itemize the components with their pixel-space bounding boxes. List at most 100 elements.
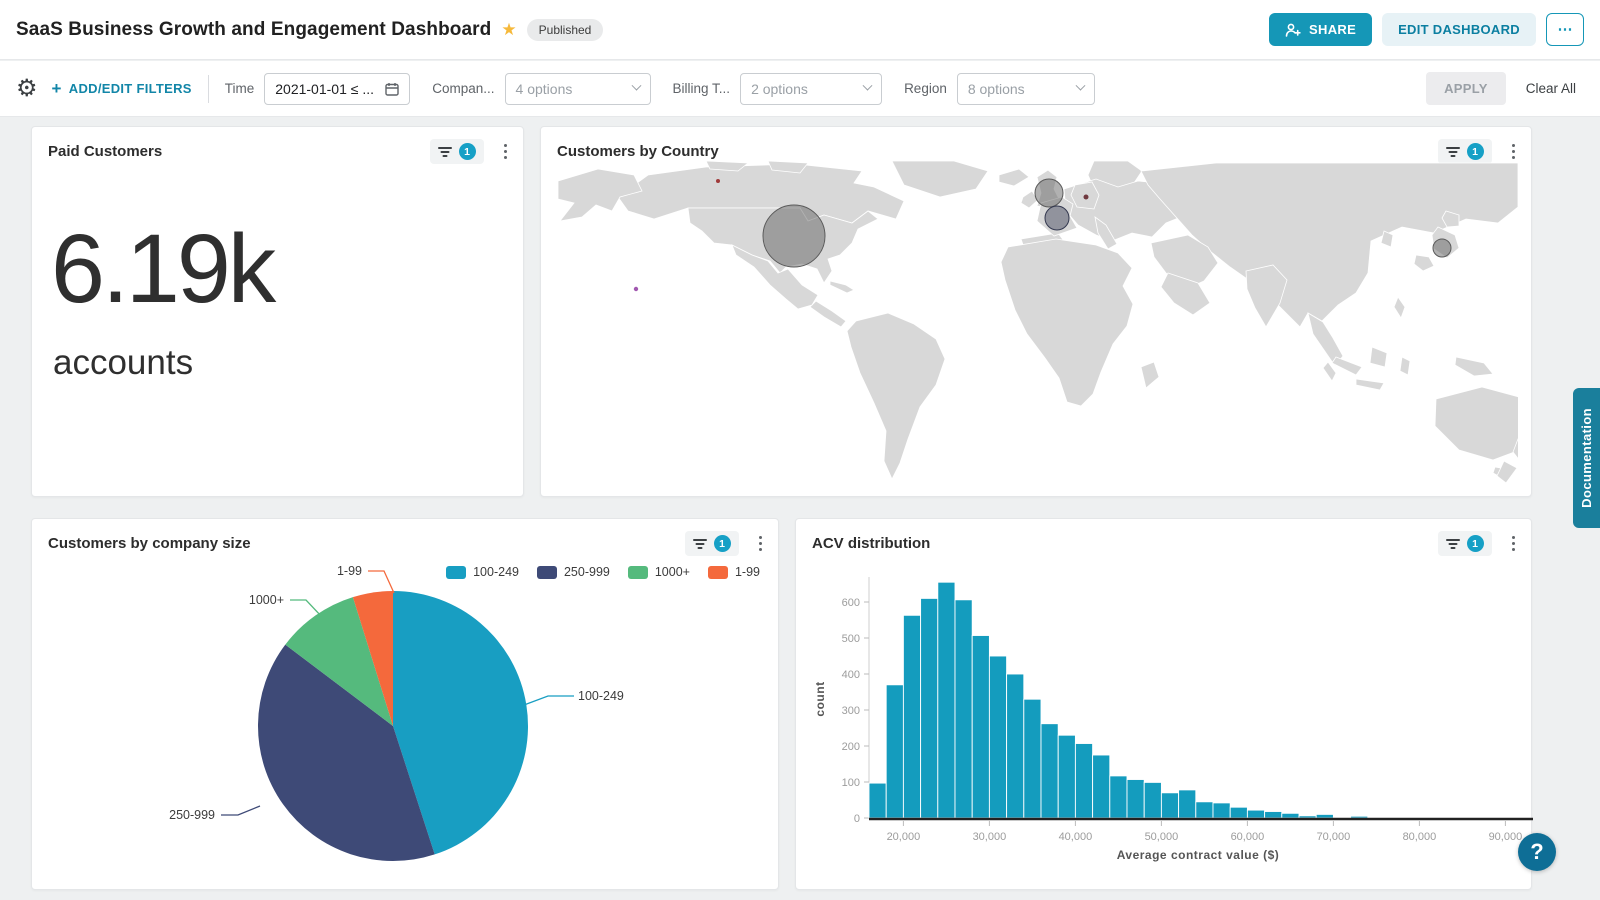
histogram-bar[interactable] [1179, 790, 1196, 818]
legend-swatch [628, 566, 648, 579]
kebab-menu-icon[interactable] [500, 142, 512, 162]
bubble-usa[interactable] [763, 205, 825, 267]
filter-bar: ⚙ + ADD/EDIT FILTERS Time 2021-01-01 ≤ .… [0, 61, 1600, 117]
histogram-bar[interactable] [938, 582, 955, 818]
x-tick-label: 60,000 [1231, 831, 1265, 843]
histogram-bar[interactable] [1127, 780, 1144, 819]
help-button[interactable]: ? [1518, 833, 1556, 871]
legend-swatch [708, 566, 728, 579]
kebab-menu-icon[interactable] [1508, 534, 1520, 554]
legend-swatch [446, 566, 466, 579]
island-borneo [1370, 347, 1387, 367]
histogram-chart[interactable]: 010020030040050060020,00030,00040,00050,… [808, 559, 1533, 879]
apply-button[interactable]: APPLY [1426, 72, 1506, 105]
bubble-japan[interactable] [1433, 239, 1451, 257]
dot-canada[interactable] [716, 179, 720, 183]
kpi-value: 6.19k [51, 220, 523, 317]
share-button[interactable]: SHARE [1269, 13, 1372, 46]
widget-filter-chip[interactable]: 1 [430, 139, 484, 164]
filter-count-badge: 1 [1467, 535, 1484, 552]
histogram-bar[interactable] [1041, 724, 1058, 818]
legend-item-1000+[interactable]: 1000+ [628, 565, 690, 579]
calendar-icon [385, 82, 399, 96]
histogram-bar[interactable] [1351, 816, 1368, 818]
histogram-bar[interactable] [955, 600, 972, 818]
clear-all-button[interactable]: Clear All [1526, 81, 1576, 96]
histogram-bar[interactable] [869, 783, 886, 818]
legend-item-1-99[interactable]: 1-99 [708, 565, 760, 579]
widget-filter-chip[interactable]: 1 [685, 531, 739, 556]
legend-item-100-249[interactable]: 100-249 [446, 565, 519, 579]
region-filter-value: 8 options [968, 81, 1025, 97]
documentation-tab[interactable]: Documentation [1573, 388, 1600, 528]
region-south-america [847, 313, 945, 479]
histogram-bar[interactable] [1110, 776, 1127, 818]
x-tick-label: 40,000 [1059, 831, 1093, 843]
legend-swatch [537, 566, 557, 579]
company-filter-select[interactable]: 4 options [505, 73, 651, 105]
country-japan[interactable] [1414, 255, 1434, 271]
add-edit-filters-button[interactable]: + ADD/EDIT FILTERS [52, 79, 192, 99]
favorite-star-icon[interactable]: ★ [501, 20, 516, 40]
funnel-icon [1446, 146, 1460, 158]
histogram-bar[interactable] [1024, 699, 1041, 818]
histogram-bar[interactable] [921, 598, 938, 818]
y-tick-label: 400 [842, 669, 860, 681]
billing-filter-label: Billing T... [673, 81, 731, 96]
funnel-icon [1446, 538, 1460, 550]
legend-item-250-999[interactable]: 250-999 [537, 565, 610, 579]
histogram-bar[interactable] [1144, 782, 1161, 818]
region-filter-select[interactable]: 8 options [957, 73, 1095, 105]
funnel-icon [693, 538, 707, 550]
histogram-bar[interactable] [1196, 802, 1213, 818]
gear-icon[interactable]: ⚙ [16, 77, 38, 101]
histogram-bar[interactable] [1265, 812, 1282, 819]
island-java [1356, 379, 1384, 390]
histogram-bar[interactable] [1093, 755, 1110, 818]
histogram-bar[interactable] [1299, 816, 1316, 818]
histogram-bar[interactable] [1316, 814, 1333, 818]
island-sulawesi [1400, 357, 1410, 375]
more-options-button[interactable]: ⋯ [1546, 13, 1584, 46]
histogram-bar[interactable] [1075, 744, 1092, 819]
bubble-france[interactable] [1045, 206, 1069, 230]
pie-callout-label: 1000+ [249, 593, 284, 607]
country-usa-hawaii[interactable] [634, 287, 638, 291]
island-new-guinea [1455, 357, 1493, 376]
histogram-bar[interactable] [886, 685, 903, 818]
histogram-bar[interactable] [1161, 793, 1178, 818]
histogram-bar[interactable] [1247, 810, 1264, 818]
y-tick-label: 100 [842, 777, 860, 789]
region-africa [1001, 239, 1133, 406]
world-map[interactable] [556, 161, 1518, 483]
bubble-uk[interactable] [1035, 179, 1063, 207]
kebab-menu-icon[interactable] [1508, 142, 1520, 162]
region-central-america [810, 301, 846, 327]
x-tick-label: 70,000 [1317, 831, 1351, 843]
widget-filter-chip[interactable]: 1 [1438, 531, 1492, 556]
histogram-bar[interactable] [972, 636, 989, 819]
chevron-down-icon [863, 81, 873, 91]
histogram-bar[interactable] [989, 656, 1006, 818]
billing-filter-select[interactable]: 2 options [740, 73, 882, 105]
kebab-menu-icon[interactable] [755, 534, 767, 554]
histogram-bar[interactable] [1058, 735, 1075, 818]
histogram-bar[interactable] [1007, 674, 1024, 818]
x-axis-title: Average contract value ($) [1117, 848, 1280, 862]
billing-filter-group: Billing T... 2 options [673, 73, 883, 105]
pie-callout-label: 1-99 [337, 564, 362, 578]
histogram-bar[interactable] [1230, 807, 1247, 818]
x-tick-label: 30,000 [973, 831, 1007, 843]
histogram-bar[interactable] [1282, 813, 1299, 818]
pie-callout-label: 100-249 [578, 689, 624, 703]
company-filter-group: Compan... 4 options [432, 73, 650, 105]
edit-dashboard-button[interactable]: EDIT DASHBOARD [1382, 13, 1536, 46]
histogram-bar[interactable] [903, 615, 920, 818]
time-filter-input[interactable]: 2021-01-01 ≤ ... [264, 73, 410, 105]
dot-germany[interactable] [1084, 195, 1089, 200]
country-philippines [1394, 297, 1405, 318]
histogram-bar[interactable] [1213, 803, 1230, 818]
chevron-down-icon [1075, 81, 1085, 91]
country-greenland [892, 161, 988, 197]
pie-callout-label: 250-999 [169, 808, 215, 822]
